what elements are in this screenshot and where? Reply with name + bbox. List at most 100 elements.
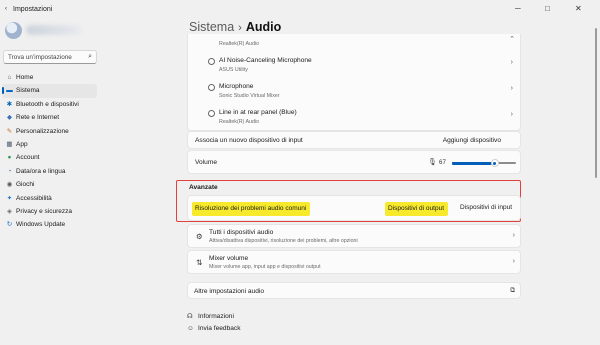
option-title: Mixer volume: [209, 255, 249, 262]
device-name: AI Noise-Canceling Microphone: [219, 57, 312, 64]
sidebar-item-privacy[interactable]: ◈ Privacy e sicurezza: [2, 205, 97, 218]
page-title: Audio: [245, 20, 282, 34]
apps-icon: ▦: [6, 140, 13, 148]
back-arrow-icon[interactable]: ‹: [5, 6, 10, 12]
device-subtitle: ASUS Utility: [219, 67, 248, 73]
chevron-right-icon: ›: [512, 258, 515, 265]
sidebar-item-windows-update[interactable]: ↻ Windows Update: [2, 218, 97, 231]
sidebar-item-bluetooth[interactable]: ✱ Bluetooth e dispositivi: [2, 98, 97, 111]
search-placeholder: Trova un'impostazione: [8, 54, 72, 61]
accessibility-icon: ✦: [6, 194, 13, 202]
sidebar-item-label: Sistema: [16, 87, 40, 95]
sidebar-item-home[interactable]: ⌂ Home: [2, 71, 97, 84]
option-subtitle: Attiva/disattiva dispositivi, risoluzion…: [209, 238, 358, 244]
help-link-label: Informazioni: [198, 313, 234, 320]
account-name-redacted: [26, 25, 81, 35]
feedback-icon: ☺: [187, 325, 194, 332]
troubleshoot-link[interactable]: Risoluzione dei problemi audio comuni: [192, 202, 311, 216]
volume-row: Volume 🎙 67: [187, 150, 521, 174]
brush-icon: ✎: [6, 127, 13, 135]
sidebar-item-label: Accessibilità: [16, 194, 52, 202]
help-link[interactable]: ☊ Informazioni: [187, 312, 234, 320]
sidebar-item-label: Home: [16, 74, 34, 81]
shield-icon: ◈: [7, 207, 12, 215]
associate-device-row: Associa un nuovo dispositivo di input Ag…: [187, 131, 521, 149]
update-icon: ↻: [6, 221, 13, 229]
input-device-option[interactable]: Line in at rear panel (Blue) Realtek(R) …: [208, 107, 518, 129]
input-device-list: Realtek(R) Audio ⌃ AI Noise-Canceling Mi…: [187, 34, 521, 131]
device-name: Microphone: [219, 83, 254, 90]
sidebar-item-account[interactable]: ● Account: [2, 151, 97, 164]
microphone-icon[interactable]: 🎙: [428, 158, 437, 166]
bluetooth-icon: ✱: [6, 100, 13, 108]
title-bar: ‹ Impostazioni ─ □ ✕: [0, 0, 600, 18]
account-icon: ●: [7, 154, 12, 162]
feedback-link-label: Invia feedback: [198, 325, 241, 332]
input-device-option[interactable]: AI Noise-Canceling Microphone ASUS Utili…: [208, 55, 518, 77]
network-icon: ◆: [7, 114, 12, 122]
input-device-option[interactable]: Microphone Sonic Studio Virtual Mixer ›: [208, 81, 518, 103]
chevron-right-icon[interactable]: ›: [511, 85, 513, 92]
sidebar-item-sistema[interactable]: ▬ Sistema: [2, 84, 97, 98]
open-external-icon: ⧉: [510, 287, 515, 294]
help-icon: ☊: [187, 313, 193, 320]
option-subtitle: Mixer volume app, input app e dispositiv…: [209, 264, 321, 270]
add-device-button[interactable]: Aggiungi dispositivo: [443, 137, 501, 144]
device-radio[interactable]: [208, 110, 215, 117]
breadcrumb-parent[interactable]: Sistema: [189, 20, 234, 34]
chevron-right-icon[interactable]: ›: [511, 59, 513, 66]
chevron-right-icon: ›: [512, 232, 515, 239]
volume-slider-fill: [452, 161, 495, 165]
output-devices-link[interactable]: Dispositivi di output: [385, 202, 448, 216]
gamepad-icon: ◉: [6, 181, 13, 189]
sidebar-item-accessibility[interactable]: ✦ Accessibilità: [2, 192, 97, 205]
advanced-section-title: Avanzate: [189, 184, 218, 191]
device-radio[interactable]: [208, 58, 215, 65]
volume-slider-thumb[interactable]: [490, 159, 499, 167]
maximize-button[interactable]: □: [545, 4, 550, 13]
sidebar-item-label: Windows Update: [16, 221, 66, 229]
volume-value: 67: [439, 159, 446, 166]
feedback-link[interactable]: ☺ Invia feedback: [187, 325, 241, 332]
home-icon: ⌂: [7, 74, 12, 81]
sidebar-item-label: App: [16, 140, 28, 148]
sidebar-item-personalization[interactable]: ✎ Personalizzazione: [2, 125, 97, 138]
minimize-button[interactable]: ─: [515, 4, 521, 13]
sidebar-item-label: Data/ora e lingua: [16, 167, 66, 175]
sidebar-item-apps[interactable]: ▦ App: [2, 138, 97, 151]
device-subtitle: Sonic Studio Virtual Mixer: [219, 93, 280, 99]
device-subtitle: Realtek(R) Audio: [219, 41, 260, 47]
all-audio-devices-row[interactable]: ⚙ Tutti i dispositivi audio Attiva/disat…: [187, 224, 521, 248]
chevron-right-icon[interactable]: ›: [511, 111, 513, 118]
mixer-icon: ⇅: [196, 258, 203, 267]
volume-label: Volume: [195, 159, 217, 166]
close-button[interactable]: ✕: [575, 4, 582, 13]
device-name: Line in at rear panel (Blue): [219, 109, 297, 116]
breadcrumb: Sistema › Audio: [189, 20, 281, 34]
search-input[interactable]: Trova un'impostazione ⌕: [3, 50, 97, 64]
sidebar-item-network[interactable]: ◆ Rete e Internet: [2, 111, 97, 124]
sidebar-item-label: Account: [16, 154, 40, 162]
device-radio[interactable]: [208, 84, 215, 91]
window-title: Impostazioni: [13, 6, 53, 13]
sidebar-item-label: Personalizzazione: [16, 127, 69, 135]
search-icon: ⌕: [88, 53, 92, 60]
volume-mixer-row[interactable]: ⇅ Mixer volume Mixer volume app, input a…: [187, 250, 521, 274]
more-audio-settings-row[interactable]: Altre impostazioni audio ⧉: [187, 282, 521, 299]
advanced-card: Risoluzione dei problemi audio comuni Di…: [187, 195, 521, 221]
device-subtitle: Realtek(R) Audio: [219, 119, 260, 125]
sidebar-item-label: Privacy e sicurezza: [16, 207, 72, 215]
option-title: Tutti i dispositivi audio: [209, 229, 274, 236]
sidebar-item-gaming[interactable]: ◉ Giochi: [2, 178, 97, 191]
sidebar-item-label: Bluetooth e dispositivi: [16, 100, 79, 108]
scrollbar[interactable]: [595, 28, 597, 178]
monitor-icon: ▬: [6, 87, 13, 95]
sidebar-item-time-language[interactable]: ◔ Data/ora e lingua: [2, 165, 97, 178]
sidebar-item-label: Giochi: [16, 181, 35, 189]
associate-device-label: Associa un nuovo dispositivo di input: [195, 137, 303, 144]
input-devices-link[interactable]: Dispositivi di input: [460, 204, 512, 211]
collapse-chevron-icon[interactable]: ⌃: [509, 35, 515, 43]
clock-globe-icon: ◔: [7, 167, 12, 175]
avatar[interactable]: [5, 22, 22, 39]
sidebar-nav: ⌂ Home ▬ Sistema ✱ Bluetooth e dispositivi …: [2, 71, 97, 232]
